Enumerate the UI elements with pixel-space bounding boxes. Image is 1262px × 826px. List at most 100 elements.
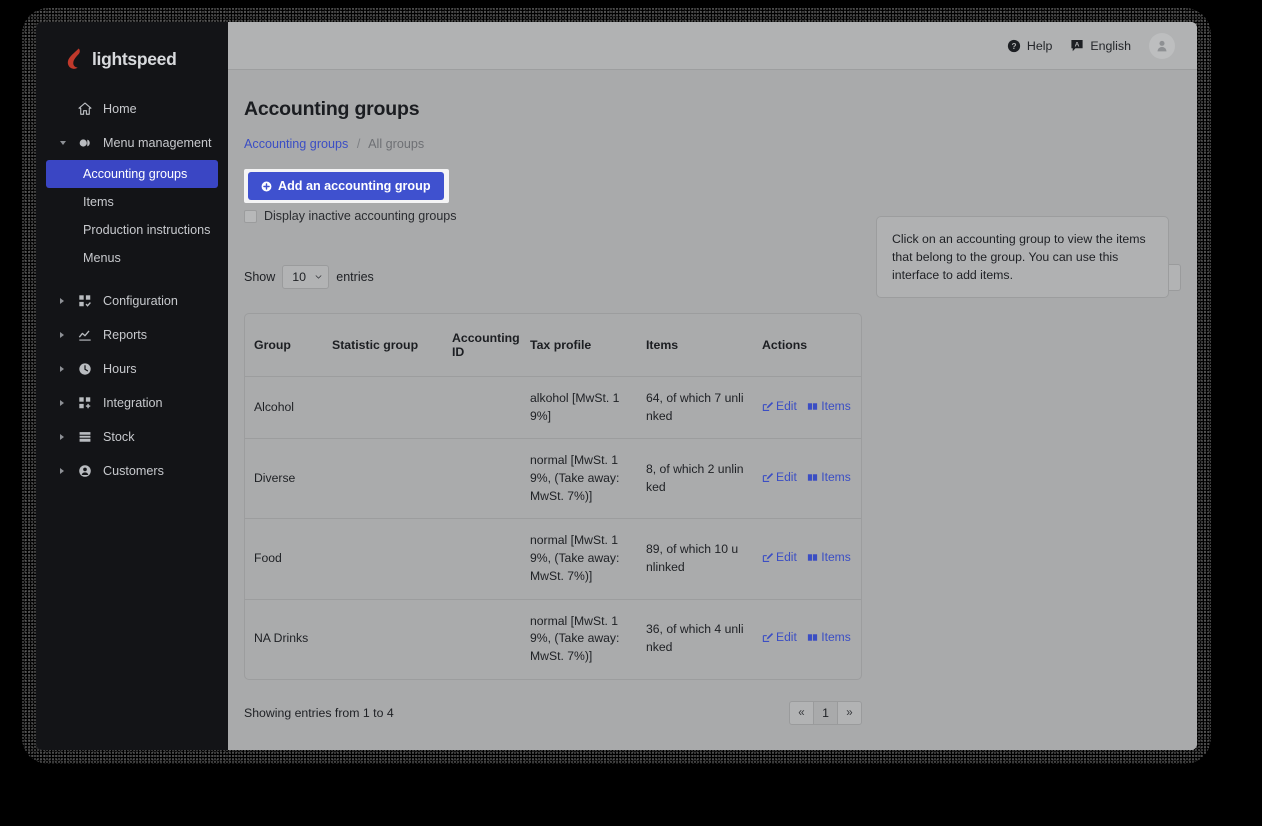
edit-link[interactable]: Edit xyxy=(762,469,797,487)
items-link[interactable]: Items xyxy=(807,469,851,487)
column-header-accounting-id[interactable]: Accounting ID xyxy=(443,314,521,377)
integration-icon xyxy=(78,396,92,410)
add-button-label: Add an accounting group xyxy=(278,179,431,193)
sidebar-item-customers[interactable]: Customers xyxy=(46,454,218,488)
show-suffix-label: entries xyxy=(336,270,374,284)
chevron-right-icon xyxy=(60,400,64,406)
info-tooltip-panel: Click on an accounting group to view the… xyxy=(876,216,1169,299)
language-button[interactable]: A English xyxy=(1070,39,1131,53)
reports-icon xyxy=(78,328,92,342)
items-link[interactable]: Items xyxy=(807,398,851,416)
cell-items: 89, of which 10 unlinked xyxy=(637,518,753,600)
sidebar-item-label: Configuration xyxy=(103,294,178,308)
chevron-right-icon xyxy=(60,366,64,372)
cell-accounting-id xyxy=(443,438,521,520)
cell-items: 8, of which 2 unlinked xyxy=(637,438,753,520)
chevron-down-icon xyxy=(60,141,66,145)
user-icon xyxy=(1157,40,1167,51)
sidebar-item-stock[interactable]: Stock xyxy=(46,420,218,454)
column-header-tax-profile[interactable]: Tax profile xyxy=(521,314,637,377)
cell-group: Alcohol xyxy=(245,376,323,440)
table-row[interactable]: Diverse normal [MwSt. 19%, (Take away: M… xyxy=(245,438,861,520)
sidebar-subitem-label: Accounting groups xyxy=(83,167,188,181)
column-header-group[interactable]: Group xyxy=(245,314,323,377)
stock-icon xyxy=(78,430,92,444)
sidebar-item-label: Hours xyxy=(103,362,137,376)
pagination-page-1[interactable]: 1 xyxy=(813,700,838,725)
configuration-icon xyxy=(78,294,92,308)
pagination-prev[interactable]: « xyxy=(789,700,814,725)
sidebar-item-hours[interactable]: Hours xyxy=(46,352,218,386)
cell-tax-profile: alkohol [MwSt. 19%] xyxy=(521,376,637,440)
sidebar-item-accounting-groups[interactable]: Accounting groups xyxy=(46,160,218,188)
sidebar-item-configuration[interactable]: Configuration xyxy=(46,284,218,318)
cell-group: Food xyxy=(245,518,323,600)
edit-link[interactable]: Edit xyxy=(762,549,797,567)
cell-tax-profile: normal [MwSt. 19%, (Take away: MwSt. 7%)… xyxy=(530,613,620,663)
sidebar-item-menu-management[interactable]: Menu management xyxy=(46,126,218,160)
edit-label: Edit xyxy=(776,469,797,484)
cell-items: 36, of which 4 unlinked xyxy=(646,622,744,655)
table-row[interactable]: Food normal [MwSt. 19%, (Take away: MwSt… xyxy=(245,518,861,600)
sidebar-subitem-label: Production instructions xyxy=(83,223,211,237)
app-window: lightspeed Home Menu management Accounti… xyxy=(36,22,1197,750)
edit-link[interactable]: Edit xyxy=(762,629,797,647)
chevron-right-icon xyxy=(60,468,64,474)
items-label: Items xyxy=(821,398,851,413)
breadcrumb-link-root[interactable]: Accounting groups xyxy=(244,137,348,151)
page-length-control: Show 10 entries xyxy=(244,265,374,289)
breadcrumb: Accounting groups / All groups xyxy=(244,137,1181,151)
cell-actions: Edit Items xyxy=(753,599,861,679)
column-header-statistic-group[interactable]: Statistic group xyxy=(323,314,443,377)
sidebar-subitem-label: Menus xyxy=(83,251,121,265)
cell-actions: Edit Items xyxy=(753,518,861,600)
edit-link[interactable]: Edit xyxy=(762,398,797,416)
pagination-next[interactable]: » xyxy=(837,700,862,725)
book-icon xyxy=(808,402,818,411)
edit-label: Edit xyxy=(776,549,797,564)
add-accounting-group-button[interactable]: Add an accounting group xyxy=(248,172,444,200)
cell-group: Diverse xyxy=(245,438,323,520)
sidebar-item-menus[interactable]: Menus xyxy=(46,244,218,272)
info-tooltip-text: Click on an accounting group to view the… xyxy=(892,232,1146,283)
display-inactive-checkbox[interactable] xyxy=(244,209,257,223)
display-inactive-label[interactable]: Display inactive accounting groups xyxy=(264,209,456,223)
cell-items: 64, of which 7 unlinked xyxy=(637,376,753,440)
edit-label: Edit xyxy=(776,398,797,413)
main-area: ? Help A English Accounting groups Accou… xyxy=(228,22,1197,750)
book-icon xyxy=(808,634,818,642)
sidebar-item-items[interactable]: Items xyxy=(46,188,218,216)
cell-accounting-id xyxy=(443,518,521,600)
sidebar-item-reports[interactable]: Reports xyxy=(46,318,218,352)
sidebar-item-integration[interactable]: Integration xyxy=(46,386,218,420)
edit-label: Edit xyxy=(776,630,797,645)
help-button[interactable]: ? Help xyxy=(1007,39,1052,53)
svg-text:A: A xyxy=(1075,41,1080,48)
table-row[interactable]: NA Drinks normal [MwSt. 19%, (Take away:… xyxy=(245,599,861,679)
page-length-select[interactable]: 10 xyxy=(282,265,330,289)
items-label: Items xyxy=(821,469,851,484)
sidebar-item-home[interactable]: Home xyxy=(46,92,218,126)
breadcrumb-separator: / xyxy=(356,137,361,151)
column-header-items[interactable]: Items xyxy=(637,314,753,377)
plus-circle-icon xyxy=(261,181,272,191)
items-link[interactable]: Items xyxy=(807,629,851,647)
page-length-select-wrap: 10 xyxy=(282,265,330,289)
account-button[interactable] xyxy=(1149,32,1175,59)
show-prefix-label: Show xyxy=(244,270,276,284)
cell-accounting-id xyxy=(443,376,521,440)
cell-tax-profile: normal [MwSt. 19%, (Take away: MwSt. 7%)… xyxy=(521,518,637,600)
chevron-right-icon xyxy=(60,298,64,304)
pagination: « 1 » xyxy=(789,700,862,725)
pencil-square-icon xyxy=(762,473,773,483)
brand-logo[interactable]: lightspeed xyxy=(36,22,228,92)
table-row[interactable]: Alcohol alkohol [MwSt. 19%] 64, of which… xyxy=(245,376,861,440)
cell-statistic-group xyxy=(323,599,443,679)
sidebar-subitem-label: Items xyxy=(83,195,114,209)
items-link[interactable]: Items xyxy=(807,549,851,567)
cell-accounting-id xyxy=(443,599,521,679)
sidebar-item-production-instructions[interactable]: Production instructions xyxy=(46,216,218,244)
add-button-focus-ring: Add an accounting group xyxy=(244,169,449,203)
chevron-right-icon xyxy=(60,332,64,338)
page-title: Accounting groups xyxy=(244,98,420,120)
